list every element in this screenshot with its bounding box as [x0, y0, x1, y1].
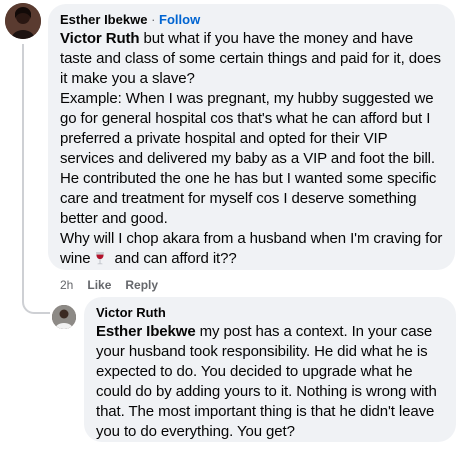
separator: ·: [151, 12, 156, 27]
thread-line: [22, 44, 24, 302]
mention-link[interactable]: Victor Ruth: [60, 30, 140, 47]
comment-text: Victor Ruth but what if you have the mon…: [60, 29, 443, 269]
comment-time[interactable]: 2h: [60, 278, 73, 292]
reply-header: Victor Ruth: [96, 305, 444, 321]
comment-line2: Example: When I was pregnant, my hubby s…: [60, 90, 437, 227]
reply-text: Esther Ibekwe my post has a context. In …: [96, 322, 444, 442]
reply-bubble: Victor Ruth Esther Ibekwe my post has a …: [84, 297, 456, 442]
avatar[interactable]: [5, 3, 41, 39]
wine-glass-icon: [94, 251, 106, 265]
comment-line3-end: and can afford it??: [110, 250, 237, 267]
reply-author[interactable]: Victor Ruth: [96, 305, 166, 320]
reply-button[interactable]: Reply: [125, 278, 158, 292]
reply-mention-link[interactable]: Esther Ibekwe: [96, 323, 196, 340]
comment-header: Esther Ibekwe · Follow: [60, 12, 443, 28]
comment-author[interactable]: Esther Ibekwe: [60, 12, 147, 27]
thread-connector: [22, 296, 50, 314]
comment-bubble: Esther Ibekwe · Follow Victor Ruth but w…: [48, 4, 455, 270]
comment-thread: Esther Ibekwe · Follow Victor Ruth but w…: [0, 0, 461, 452]
reply-body: my post has a context. In your case your…: [96, 323, 437, 440]
like-button[interactable]: Like: [87, 278, 111, 292]
reply-avatar[interactable]: [52, 305, 76, 329]
follow-button[interactable]: Follow: [159, 12, 200, 27]
comment-actions: 2h Like Reply: [60, 278, 158, 292]
